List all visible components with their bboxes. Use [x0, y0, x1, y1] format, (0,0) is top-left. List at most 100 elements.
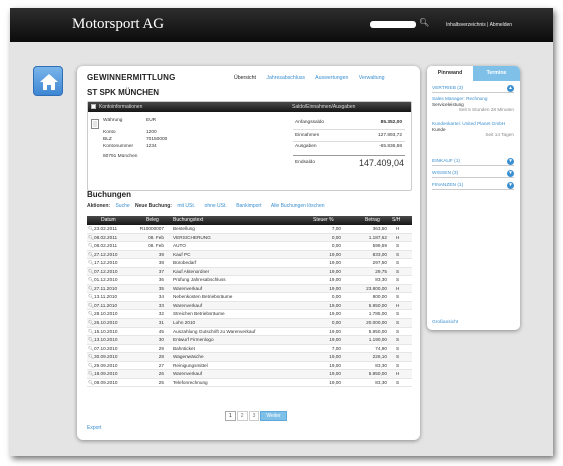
- col-beleg[interactable]: Beleg: [146, 216, 159, 225]
- tab-pinnwand[interactable]: Pinnwand: [427, 66, 473, 81]
- table-row[interactable]: 🔍︎ 17.12.2010 38 Bürobedarf 19,00 297,50 S: [87, 259, 412, 268]
- export-link[interactable]: Export: [87, 425, 101, 431]
- search-icon[interactable]: 🔍︎: [419, 18, 429, 27]
- row-beleg: 31: [158, 320, 164, 326]
- table-row[interactable]: 🔍︎ 07.10.2010 29 Bahnticket 7,00 74,90 S: [87, 345, 412, 354]
- row-sh: S: [396, 268, 400, 274]
- row-buchungstext: Telefonrechnung: [173, 379, 208, 385]
- konto-header-right: Saldo/Einnahmen/Ausgaben: [292, 104, 356, 110]
- col-sh[interactable]: S/H: [392, 216, 400, 225]
- table-row[interactable]: 🔍︎ 07.12.2010 37 Kauf Aktenordner 19,00 29,75…: [87, 267, 412, 277]
- table-row[interactable]: 🔍︎ 23.02.2011 R10000007 Bestellung 7,00 363,5…: [87, 225, 412, 234]
- table-row[interactable]: 🔍︎ 18.09.2010 26 Warenverkauf 19,00 5.950,00 H: [87, 370, 412, 379]
- blz-label: BLZ: [103, 137, 112, 142]
- col-datum[interactable]: Datum: [101, 216, 116, 225]
- table-row[interactable]: 🔍︎ 01.12.2010 36 Prüfung Jahresabschluss 19,…: [87, 276, 412, 285]
- table-row[interactable]: 🔍︎ 15.10.2010 45 Auszahlung Gutschrift zu W…: [87, 328, 412, 337]
- inhaltsverzeichnis-link[interactable]: Inhaltsverzeichnis: [446, 22, 486, 28]
- row-buchungstext: Nebenkosten Betriebsräume: [173, 294, 233, 300]
- row-datum: 08.02.2011: [94, 243, 118, 249]
- section-label: WISSEN (3): [432, 171, 459, 176]
- table-row[interactable]: 🔍︎ 28.10.2010 32 Streichen Betriebsräume 19,…: [87, 310, 412, 320]
- kontonummer-value: 1234: [146, 144, 157, 149]
- table-row[interactable]: 🔍︎ 08.02.2011 08. Feb VERSICHERUNG 0,00 1.187…: [87, 233, 412, 243]
- row-beleg: 26: [158, 371, 164, 377]
- row-buchungstext: AUTO: [173, 243, 186, 249]
- grossansicht-link[interactable]: Großansicht: [432, 320, 458, 325]
- row-beleg: 08. Feb: [148, 243, 164, 249]
- row-buchungstext: VERSICHERUNG: [173, 234, 211, 240]
- ohne-ust-link[interactable]: ohne USt.: [205, 203, 227, 209]
- tab-verwaltung[interactable]: Verwaltung: [359, 75, 385, 81]
- tab-jahresabschluss[interactable]: Jahresabschluss: [266, 75, 305, 81]
- table-row[interactable]: 🔍︎ 07.11.2010 33 Warenverkauf 19,00 5.950,00 H: [87, 301, 412, 311]
- konto-label: Konto: [103, 130, 116, 135]
- search-input[interactable]: [370, 21, 416, 28]
- news-item[interactable]: Sales Manager: Rechnung Serviceleistung …: [432, 96, 514, 113]
- row-buchungstext: Prüfung Jahresabschluss: [173, 277, 226, 283]
- konto-header-left: Kontoinformationen: [99, 104, 143, 110]
- mit-ust-link[interactable]: mit USt.: [177, 203, 195, 209]
- row-betrag: 1.190,00: [368, 337, 387, 343]
- row-beleg: 32: [158, 311, 164, 317]
- row-sh: S: [396, 260, 400, 266]
- tab-auswertungen[interactable]: Auswertungen: [315, 75, 348, 81]
- col-betrag[interactable]: Betrag: [365, 216, 380, 225]
- row-betrag: 1.785,00: [368, 311, 387, 317]
- row-buchungstext: Reinigungsmittel: [173, 362, 208, 368]
- alle-loeschen-link[interactable]: Alle Buchungen löschen: [271, 203, 325, 209]
- table-row[interactable]: 🔍︎ 13.11.2010 34 Nebenkosten Betriebsräume 0…: [87, 293, 412, 302]
- row-datum: 15.10.2010: [94, 328, 118, 334]
- table-row[interactable]: 🔍︎ 13.10.2010 30 Entwurf Firmenlogo 19,00 1.1…: [87, 336, 412, 345]
- row-buchungstext: Warenverkauf: [173, 302, 203, 308]
- row-buchungstext: Bahnticket: [173, 345, 195, 351]
- row-datum: 26.10.2010: [94, 320, 118, 326]
- home-button[interactable]: [33, 66, 63, 96]
- row-beleg: 30: [158, 337, 164, 343]
- row-datum: 08.02.2011: [94, 234, 118, 240]
- divider: [293, 141, 405, 142]
- table-row[interactable]: 🔍︎ 30.09.2010 28 Wagenwäsche 19,00 226,10 S: [87, 353, 412, 362]
- page-2[interactable]: 2: [236, 411, 248, 421]
- abmelden-link[interactable]: Abmelden: [490, 22, 513, 28]
- table-row[interactable]: 🔍︎ 29.09.2010 27 Reinigungsmittel 19,00 83,30…: [87, 362, 412, 371]
- chevron-up-icon[interactable]: ▲: [507, 85, 514, 92]
- endsaldo-label: Endsaldo: [295, 160, 316, 165]
- ausgaben-value: -65.836,68: [379, 144, 402, 149]
- section-einkauf[interactable]: EINKAUF (1) ▼: [432, 157, 514, 166]
- divider: [293, 155, 405, 156]
- row-sh: S: [396, 277, 400, 283]
- row-betrag: 833,00: [372, 251, 387, 257]
- suche-link[interactable]: Suche: [115, 203, 129, 209]
- section-finanzen[interactable]: FINANZEN (1) ▼: [432, 181, 514, 190]
- row-sh: S: [396, 311, 400, 317]
- chevron-down-icon[interactable]: ▼: [507, 170, 514, 177]
- chevron-down-icon[interactable]: ▼: [507, 158, 514, 165]
- table-row[interactable]: 🔍︎ 26.10.2010 31 Lohn 2010 0,00 20.000,00 S: [87, 319, 412, 328]
- table-row[interactable]: 🔍︎ 27.11.2010 35 Warenverkauf 19,00 23.800,00…: [87, 284, 412, 294]
- news-item[interactable]: Kundenkartei: United Planet GmbH Kunde S…: [432, 121, 514, 138]
- page-3[interactable]: 3: [248, 411, 260, 421]
- bankimport-link[interactable]: Bankimport: [236, 203, 261, 209]
- col-buchungstext[interactable]: Buchungstext: [173, 216, 203, 225]
- tab-uebersicht[interactable]: Übersicht: [234, 75, 256, 81]
- brand-title: Motorsport AG: [72, 16, 165, 32]
- weiter-button[interactable]: Weiter: [260, 411, 287, 421]
- row-beleg: 25: [158, 379, 164, 385]
- table-row[interactable]: 🔍︎ 27.12.2010 39 Kauf PC 19,00 833,00 S: [87, 250, 412, 260]
- col-steuer[interactable]: Steuer %: [313, 216, 334, 225]
- tab-termine[interactable]: Termine: [473, 66, 520, 81]
- row-betrag: 20.000,00: [366, 320, 387, 326]
- row-beleg: 37: [158, 268, 164, 274]
- table-row[interactable]: 🔍︎ 08.02.2011 08. Feb AUTO 0,00 599,59 S: [87, 242, 412, 251]
- section-label: EINKAUF (1): [432, 159, 460, 164]
- row-steuer: 19,00: [329, 379, 341, 385]
- table-row[interactable]: 🔍︎ 08.09.2010 25 Telefonrechnung 19,00 83,30 S: [87, 379, 412, 388]
- row-steuer: 19,00: [329, 302, 341, 308]
- page-1[interactable]: 1: [225, 411, 236, 421]
- chevron-down-icon[interactable]: ▼: [507, 182, 514, 189]
- section-vertrieb[interactable]: VERTRIEB (3) ▲: [432, 84, 514, 93]
- row-betrag: 23.800,00: [366, 285, 387, 291]
- row-datum: 07.11.2010: [94, 302, 118, 308]
- section-wissen[interactable]: WISSEN (3) ▼: [432, 169, 514, 178]
